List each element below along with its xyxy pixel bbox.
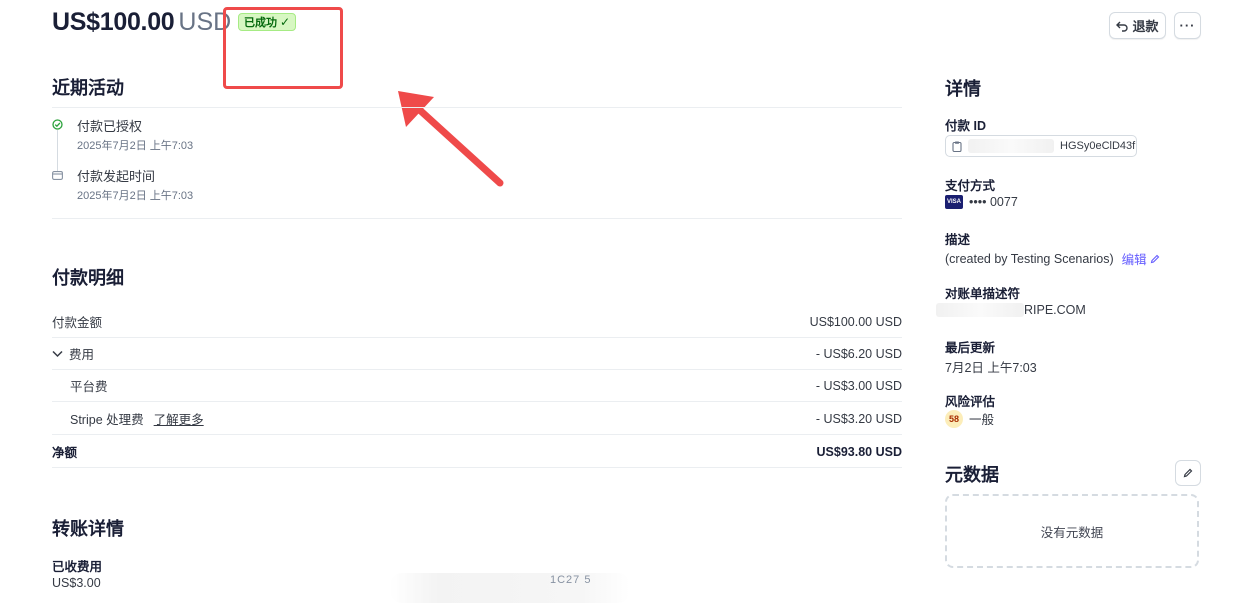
metadata-empty-label: 没有元数据 — [1040, 525, 1104, 540]
row-value: US$93.80 USD — [816, 444, 902, 459]
refund-button[interactable]: 退款 — [1109, 12, 1166, 39]
transfer-fee-label: 已收费用 — [52, 560, 103, 574]
pencil-icon — [1150, 254, 1159, 263]
row-value: - US$6.20 USD — [815, 346, 902, 361]
description-value: (created by Testing Scenarios) — [945, 251, 1114, 266]
activity-list: 付款已授权 2025年7月2日 上午7:03 付款发起时间 2025年7月2日 … — [52, 116, 452, 206]
activity-item-time: 2025年7月2日 上午7:03 — [77, 190, 194, 202]
edit-description-link[interactable]: 编辑 — [1122, 249, 1160, 268]
breakdown-title: 付款明细 — [52, 268, 124, 288]
undo-arrow-icon — [1116, 21, 1129, 32]
transfer-title: 转账详情 — [52, 519, 124, 539]
fees-toggle[interactable]: 费用 — [52, 344, 94, 363]
activity-title: 近期活动 — [52, 78, 124, 98]
breakdown-row-fees[interactable]: 费用 - US$6.20 USD — [52, 338, 902, 370]
breakdown-row-amount: 付款金额 US$100.00 USD — [52, 306, 902, 338]
statement-descriptor-label: 对账单描述符 — [945, 287, 1021, 301]
statement-descriptor: RIPE.COM — [936, 303, 1086, 317]
activity-bottom-divider — [52, 218, 902, 219]
check-circle-icon — [52, 119, 63, 130]
refund-label: 退款 — [1132, 19, 1159, 34]
activity-item-time: 2025年7月2日 上午7:03 — [77, 140, 194, 152]
payment-id-label: 付款 ID — [945, 119, 986, 133]
activity-item-title: 付款已授权 — [77, 119, 143, 134]
description: (created by Testing Scenarios) 编辑 — [945, 249, 1160, 268]
row-value: US$100.00 USD — [809, 314, 902, 329]
activity-item-title: 付款发起时间 — [77, 169, 156, 184]
more-icon: ··· — [1179, 18, 1196, 33]
edit-label: 编辑 — [1121, 253, 1147, 267]
annotation-highlight-box — [223, 7, 343, 89]
metadata-title: 元数据 — [945, 465, 999, 485]
redaction-mask — [936, 303, 1024, 317]
breakdown-row-net: 净额 US$93.80 USD — [52, 436, 902, 468]
redaction-mask — [390, 573, 630, 603]
timeline-line — [57, 130, 58, 172]
payment-amount: US$100.00 — [52, 8, 175, 36]
visa-icon: VISA — [945, 195, 963, 209]
statement-descriptor-value: RIPE.COM — [1024, 303, 1086, 317]
row-label: 费用 — [69, 348, 95, 362]
top-actions: 退款 ··· — [1109, 12, 1201, 39]
risk-level: 一般 — [969, 413, 995, 427]
payment-id-value: HGSy0eClD43f — [1060, 140, 1136, 152]
description-label: 描述 — [945, 233, 971, 247]
learn-more-link[interactable]: 了解更多 — [154, 409, 204, 428]
redaction-mask — [968, 139, 1054, 153]
clipboard-icon — [952, 141, 962, 152]
breakdown-row-stripe-fee: Stripe 处理费 了解更多 - US$3.20 USD — [52, 403, 902, 435]
payment-amount-header: US$100.00 USD — [52, 8, 231, 37]
more-button[interactable]: ··· — [1174, 12, 1201, 39]
chevron-down-icon — [52, 350, 63, 357]
row-label: 净额 — [52, 446, 78, 460]
breakdown-row-platform-fee: 平台费 - US$3.00 USD — [52, 370, 902, 402]
details-title: 详情 — [945, 79, 981, 99]
payment-method: VISA •••• 0077 — [945, 195, 1018, 209]
card-icon — [52, 170, 63, 181]
risk-score-badge: 58 — [945, 409, 963, 428]
payment-method-label: 支付方式 — [945, 179, 996, 193]
row-label: 付款金额 — [52, 316, 103, 330]
transfer-fee-value: US$3.00 — [52, 576, 101, 590]
edit-metadata-button[interactable] — [1175, 460, 1201, 486]
last-updated-value: 7月2日 上午7:03 — [945, 361, 1037, 375]
pencil-icon — [1183, 468, 1193, 478]
activity-divider — [52, 107, 902, 108]
row-label: 平台费 — [70, 380, 108, 394]
transfer-partial-id: 1C27 5 — [550, 574, 592, 586]
payment-id-copy[interactable]: HGSy0eClD43f — [945, 135, 1137, 157]
row-value: - US$3.00 USD — [815, 378, 902, 393]
card-last4: •••• 0077 — [969, 195, 1018, 209]
row-label-wrap: Stripe 处理费 了解更多 — [52, 409, 204, 428]
row-label: Stripe 处理费 — [70, 413, 144, 427]
row-value: - US$3.20 USD — [815, 411, 902, 426]
risk-evaluation: 58 一般 — [945, 409, 994, 428]
risk-label: 风险评估 — [945, 395, 996, 409]
last-updated-label: 最后更新 — [945, 341, 996, 355]
metadata-empty-state: 没有元数据 — [945, 494, 1199, 568]
